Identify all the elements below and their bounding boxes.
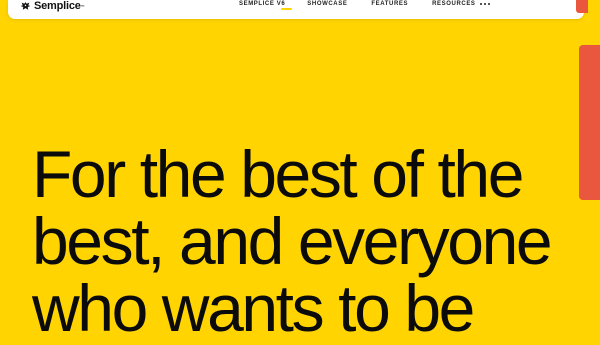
nav-link-features[interactable]: FEATURES bbox=[371, 1, 408, 7]
nav-link-semplice-v6[interactable]: SEMPLICE V6 bbox=[239, 0, 292, 10]
nav-label: SEMPLICE V6 bbox=[239, 0, 286, 7]
nav-link-showcase[interactable]: SHOWCASE bbox=[307, 1, 347, 7]
hero-headline: For the best of the best, and everyone w… bbox=[32, 137, 553, 345]
active-underline bbox=[281, 7, 292, 10]
brand-name: Semplice™ bbox=[34, 0, 85, 12]
more-horizontal-icon[interactable] bbox=[479, 2, 490, 5]
hero-line-3: who wants to be bbox=[32, 271, 475, 345]
top-navigation-bar: Semplice™ SEMPLICE V6 SHOWCASE FEATURES … bbox=[8, 0, 588, 19]
brand-logo-link[interactable]: Semplice™ bbox=[20, 0, 85, 12]
trademark-symbol: ™ bbox=[80, 3, 85, 9]
nav-link-resources[interactable]: RESOURCES bbox=[432, 1, 475, 7]
cta-button[interactable] bbox=[576, 0, 588, 13]
side-tab-button[interactable] bbox=[579, 45, 600, 200]
hero-line-2: best, and everyone bbox=[32, 204, 553, 278]
main-nav: SEMPLICE V6 SHOWCASE FEATURES RESOURCES bbox=[239, 0, 490, 10]
hero-line-1: For the best of the bbox=[32, 137, 524, 211]
eagle-logo-icon bbox=[20, 1, 31, 10]
